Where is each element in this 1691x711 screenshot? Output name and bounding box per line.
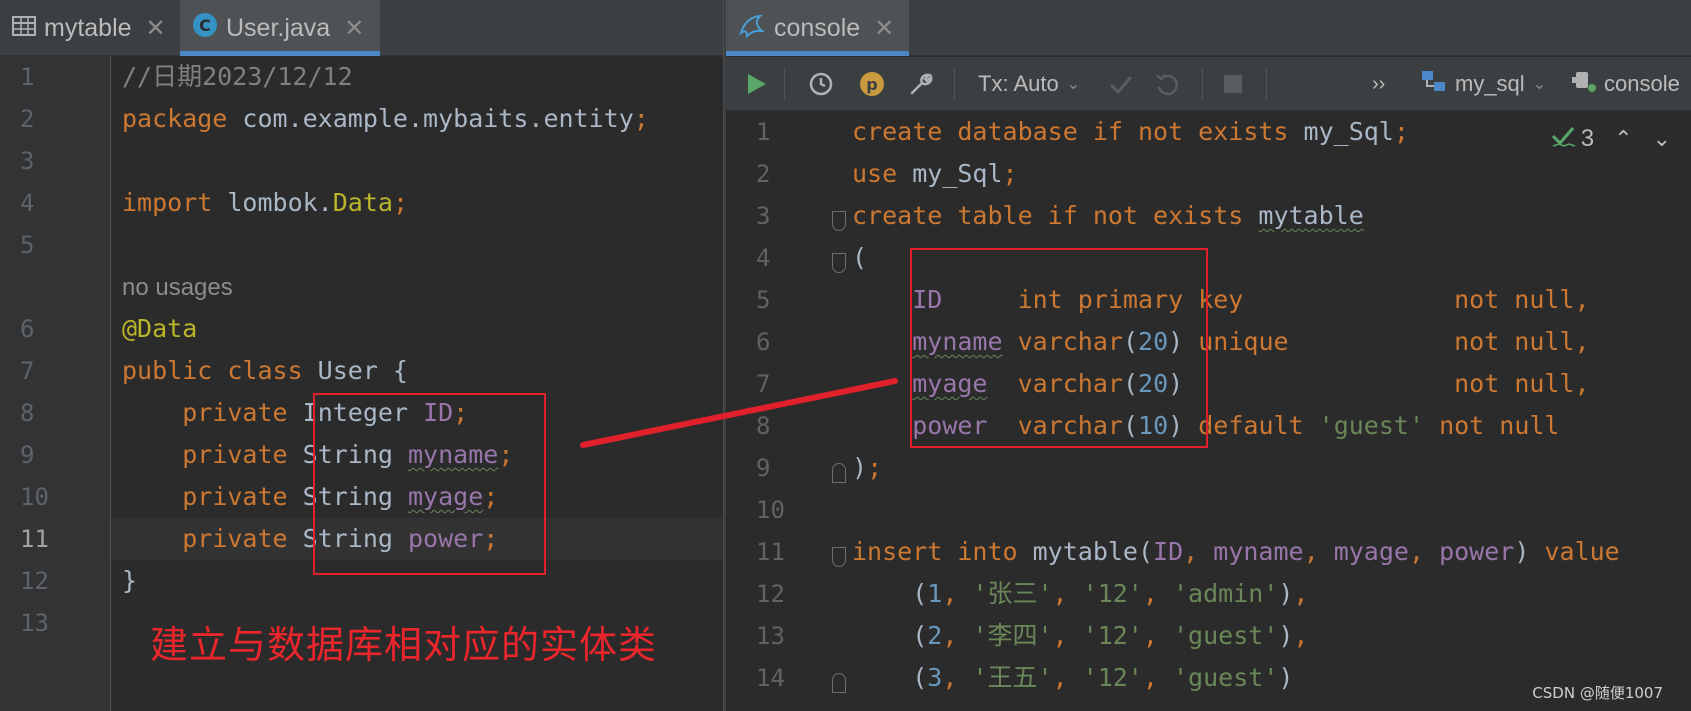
- connector-arrow: [580, 378, 898, 448]
